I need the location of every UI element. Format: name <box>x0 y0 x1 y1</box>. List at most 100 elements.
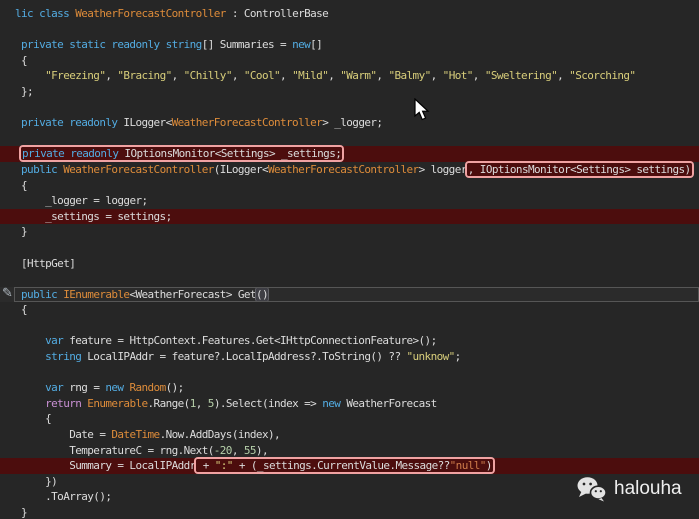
code-token: } <box>21 506 28 519</box>
code-line[interactable]: public IEnumerable<WeatherForecast> Get(… <box>0 286 699 303</box>
code-token: _logger = logger; <box>45 194 148 208</box>
code-line[interactable]: var rng = new Random(); <box>0 380 699 396</box>
code-token: "Freezing" <box>45 69 106 83</box>
code-line[interactable]: Summary = LocalIPAddr + ":" + (_settings… <box>0 458 699 474</box>
code-token: new <box>292 38 311 52</box>
watermark: halouha <box>576 476 682 502</box>
code-line[interactable]: { <box>0 302 699 318</box>
diff-highlight-box: , IOptionsMonitor<Settings> settings) <box>466 162 692 176</box>
code-line[interactable] <box>0 100 699 116</box>
code-token: -20 <box>213 443 233 457</box>
code-token: , <box>171 69 184 83</box>
code-token: <WeatherForecast> Get <box>129 287 256 301</box>
code-token: DateTime <box>111 428 160 442</box>
code-token: { <box>21 178 28 192</box>
code-token: lic class <box>15 7 76 20</box>
code-token: 55 <box>243 443 257 457</box>
code-line[interactable]: private readonly IOptionsMonitor<Setting… <box>0 146 699 162</box>
code-token: TemperatureC = rng.Next( <box>69 443 214 457</box>
code-token: }; <box>21 84 34 98</box>
code-token: "Bracing" <box>117 69 172 83</box>
code-line[interactable]: { <box>0 411 699 427</box>
code-token: IOptionsMonitor<Settings> _settings; <box>124 147 342 161</box>
code-token: , <box>328 69 341 83</box>
code-token: , <box>557 69 570 83</box>
code-token: "unknow" <box>406 350 455 364</box>
code-token: public <box>21 287 64 301</box>
code-token: "null" <box>449 459 487 473</box>
code-token: , <box>231 443 244 457</box>
code-line[interactable] <box>0 22 699 38</box>
code-line[interactable]: private readonly ILogger<WeatherForecast… <box>0 115 699 131</box>
code-token: { <box>21 53 28 67</box>
code-token: IEnumerable <box>63 287 130 301</box>
code-line[interactable] <box>0 131 699 147</box>
code-token: ).Select(index => <box>213 396 323 410</box>
code-line[interactable]: Date = DateTime.Now.AddDays(index), <box>0 427 699 443</box>
code-token: _settings = settings; <box>45 209 172 223</box>
code-line[interactable]: _logger = logger; <box>0 193 699 209</box>
code-token: , <box>231 69 244 83</box>
code-line[interactable] <box>0 365 699 381</box>
code-line[interactable] <box>0 318 699 334</box>
code-token: WeatherForecastController <box>75 7 226 20</box>
code-token: LocalIPAddr = feature?.LocalIpAddress?.T… <box>81 350 407 364</box>
code-line[interactable]: } <box>0 505 699 519</box>
code-area[interactable]: lic class WeatherForecastController : Co… <box>0 6 699 519</box>
code-token: ControllerBase <box>243 7 329 20</box>
code-token: .Now.AddDays(index), <box>159 428 281 442</box>
code-line[interactable]: private static readonly string[] Summari… <box>0 37 699 53</box>
code-token: .ToArray(); <box>45 490 112 504</box>
code-token: (); <box>165 381 185 395</box>
code-token: WeatherForecastController <box>63 162 214 176</box>
code-token: > _logger; <box>322 116 383 130</box>
code-token: ) <box>485 459 493 473</box>
code-token: ; <box>454 350 462 364</box>
code-line[interactable]: [HttpGet] <box>0 256 699 272</box>
code-token: private static readonly string <box>21 38 202 52</box>
code-token: WeatherForecastController <box>171 116 323 130</box>
code-token: , <box>195 396 208 410</box>
code-token: : <box>225 7 244 20</box>
code-token: , <box>376 69 389 83</box>
code-token: string <box>45 350 82 364</box>
quick-action-pen-icon[interactable]: ✎ <box>2 286 15 301</box>
code-token: "Scorching" <box>569 69 636 83</box>
code-line[interactable]: { <box>0 178 699 194</box>
code-token: , <box>472 69 485 83</box>
code-token: "Hot" <box>442 69 474 83</box>
code-token: [] <box>310 38 323 52</box>
code-token: WeatherForecast <box>346 396 437 410</box>
code-token: .Range( <box>147 396 191 410</box>
code-line[interactable]: { <box>0 53 699 69</box>
code-line[interactable]: var feature = HttpContext.Features.Get<I… <box>0 333 699 349</box>
code-token: [] Summaries = <box>201 38 293 52</box>
code-line[interactable]: }; <box>0 84 699 100</box>
code-token: Enumerable <box>87 396 148 410</box>
code-line[interactable]: TemperatureC = rng.Next(-20, 55), <box>0 443 699 459</box>
code-token: private readonly <box>21 116 124 130</box>
code-line[interactable]: public WeatherForecastController(ILogger… <box>0 162 699 178</box>
code-line[interactable]: } <box>0 224 699 240</box>
diff-highlight-box: private readonly IOptionsMonitor<Setting… <box>21 147 343 161</box>
code-token: WeatherForecastController <box>267 162 419 176</box>
code-token: ILogger< <box>123 116 172 130</box>
code-line[interactable]: string LocalIPAddr = feature?.LocalIpAdd… <box>0 349 699 365</box>
code-line[interactable] <box>0 271 699 287</box>
code-token: Summary = LocalIPAddr <box>69 459 196 473</box>
watermark-label: halouha <box>614 478 682 499</box>
code-token: (ILogger< <box>213 162 269 176</box>
code-line[interactable] <box>0 240 699 256</box>
code-token: feature = HttpContext.Features.Get<IHttp… <box>63 334 437 348</box>
code-line[interactable]: "Freezing", "Bracing", "Chilly", "Cool",… <box>0 68 699 84</box>
diff-highlight-box: + ":" + (_settings.CurrentValue.Message?… <box>195 459 493 473</box>
code-line[interactable]: return Enumerable.Range(1, 5).Select(ind… <box>0 396 699 412</box>
code-token: rng = <box>63 381 106 395</box>
code-token: var <box>45 381 64 395</box>
code-token: + (_settings.CurrentValue.Message?? <box>232 459 450 473</box>
code-line[interactable]: lic class WeatherForecastController : Co… <box>0 6 699 22</box>
code-token: + <box>196 459 215 473</box>
code-token: } <box>21 225 28 239</box>
code-line[interactable]: _settings = settings; <box>0 208 699 225</box>
code-token: ), <box>255 443 269 457</box>
